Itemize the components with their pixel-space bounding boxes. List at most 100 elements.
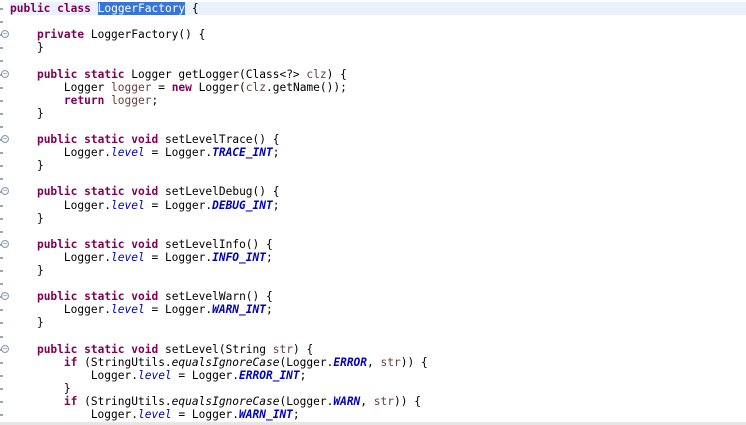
gutter-line-marker xyxy=(0,112,3,115)
code-line[interactable] xyxy=(10,277,746,290)
code-line[interactable]: Logger.level = Logger.DEBUG_INT; xyxy=(10,199,746,212)
code-token: Logger. xyxy=(10,303,112,317)
code-line[interactable] xyxy=(10,15,746,28)
code-token: = Logger. xyxy=(144,198,213,212)
code-token: ) { xyxy=(292,342,314,356)
code-line[interactable]: Logger.level = Logger.WARN_INT; xyxy=(10,303,746,316)
code-line[interactable]: } xyxy=(10,41,746,54)
gutter-line-marker xyxy=(0,204,3,207)
gutter-line-marker xyxy=(0,256,3,259)
code-line[interactable]: } xyxy=(10,382,746,395)
code-token: Logger( xyxy=(191,80,246,94)
code-line[interactable]: public static void setLevelWarn() { xyxy=(10,290,746,303)
code-token: (Logger. xyxy=(279,395,334,408)
code-line[interactable] xyxy=(10,330,746,343)
code-token: } xyxy=(10,264,44,277)
code-line[interactable]: return logger; xyxy=(10,94,746,107)
code-line[interactable]: } xyxy=(10,212,746,225)
code-token: (StringUtils. xyxy=(77,355,172,369)
gutter-line-marker xyxy=(0,361,3,364)
code-token: level xyxy=(111,146,145,160)
code-token: level xyxy=(137,368,172,382)
code-token: ERROR xyxy=(333,355,368,369)
code-token: public xyxy=(36,185,78,199)
code-token: level xyxy=(111,250,145,264)
fold-collapse-icon[interactable]: − xyxy=(1,292,9,301)
code-token: return xyxy=(63,93,105,107)
code-token: (Logger. xyxy=(279,355,334,369)
fold-collapse-icon[interactable]: − xyxy=(1,344,9,353)
code-line[interactable]: } xyxy=(10,159,746,172)
code-token: WARN_INT xyxy=(239,408,293,422)
fold-collapse-icon[interactable]: − xyxy=(1,239,9,248)
code-line[interactable]: } xyxy=(10,107,746,120)
code-token: )) { xyxy=(394,395,421,408)
code-line[interactable]: Logger.level = Logger.INFO_INT; xyxy=(10,251,746,264)
code-line[interactable]: } xyxy=(10,264,746,277)
fold-collapse-icon[interactable]: − xyxy=(1,30,9,39)
code-token: clz xyxy=(306,67,327,81)
code-line[interactable]: public static void setLevelInfo() { xyxy=(10,238,746,251)
code-token: TRACE_INT xyxy=(212,146,273,160)
gutter-line-marker xyxy=(0,8,3,10)
code-token: Logger getLogger(Class<?> xyxy=(124,67,307,81)
code-line[interactable]: public static void setLevel(String str) … xyxy=(10,343,746,356)
code-line[interactable]: Logger.level = Logger.ERROR_INT; xyxy=(10,369,746,382)
code-token: if xyxy=(63,355,78,369)
code-line[interactable] xyxy=(10,225,746,238)
code-token: WARN_INT xyxy=(212,303,266,317)
code-line[interactable] xyxy=(10,120,746,133)
gutter-line-marker xyxy=(0,21,3,24)
code-token: ) { xyxy=(326,67,347,81)
code-token: = Logger. xyxy=(144,146,213,160)
code-line[interactable]: public class LoggerFactory { xyxy=(10,2,746,15)
code-token: setLevelTrace() { xyxy=(158,133,280,146)
code-token: level xyxy=(111,303,145,317)
code-token: ; xyxy=(292,408,300,422)
code-token: if xyxy=(63,395,78,408)
code-line[interactable]: public static void setLevelDebug() { xyxy=(10,185,746,198)
code-line[interactable]: public static Logger getLogger(Class<?> … xyxy=(10,68,746,81)
code-token: } xyxy=(10,211,44,225)
code-token: ; xyxy=(151,93,159,107)
code-line[interactable]: Logger logger = new Logger(clz.getName()… xyxy=(10,81,746,94)
code-line[interactable]: private LoggerFactory() { xyxy=(10,28,746,41)
fold-collapse-icon[interactable]: − xyxy=(1,135,9,143)
code-token: = Logger. xyxy=(144,250,213,264)
code-token: ; xyxy=(272,146,280,160)
gutter-line-marker xyxy=(0,270,3,272)
code-token: = Logger. xyxy=(171,408,240,422)
code-line[interactable]: Logger.level = Logger.TRACE_INT; xyxy=(10,146,746,159)
code-line[interactable] xyxy=(10,172,746,185)
code-token: Logger. xyxy=(10,146,112,160)
fold-collapse-icon[interactable]: − xyxy=(1,187,9,196)
code-token: } xyxy=(10,41,44,55)
code-token: str xyxy=(272,342,293,356)
code-token: void xyxy=(131,133,159,146)
code-line[interactable]: if (StringUtils.equalsIgnoreCase(Logger.… xyxy=(10,395,746,408)
code-line[interactable]: if (StringUtils.equalsIgnoreCase(Logger.… xyxy=(10,356,746,369)
code-line[interactable]: Logger.level = Logger.WARN_INT; xyxy=(10,408,746,421)
code-editor[interactable]: public class LoggerFactory { private Log… xyxy=(10,0,746,425)
code-token: DEBUG_INT xyxy=(212,198,273,212)
code-token: Logger. xyxy=(10,408,138,422)
code-token: public xyxy=(36,133,78,146)
editor-gutter: − − − − − − − xyxy=(0,0,9,425)
gutter-line-marker xyxy=(0,401,3,403)
code-token: public xyxy=(36,342,78,356)
fold-collapse-icon[interactable]: − xyxy=(1,69,9,78)
code-token: new xyxy=(171,80,192,94)
gutter-line-marker xyxy=(0,230,3,233)
code-token: , xyxy=(360,395,374,408)
code-line[interactable]: } xyxy=(10,316,746,329)
gutter-line-marker xyxy=(0,99,3,102)
code-line[interactable]: public static void setLevelTrace() { xyxy=(10,133,746,146)
code-line[interactable] xyxy=(10,54,746,67)
